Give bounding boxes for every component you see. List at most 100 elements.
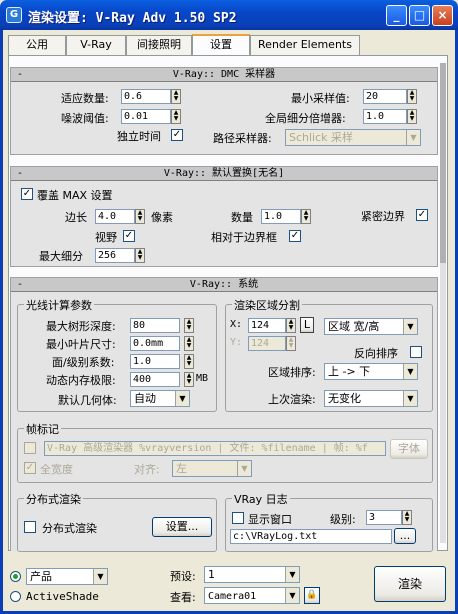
noise-label: 噪波阈值: [61, 112, 109, 125]
level-spinner[interactable]: ▲ ▼ [402, 510, 412, 525]
last-render-dropdown[interactable]: 无变化 ▼ [324, 390, 418, 407]
global-mult-spinner[interactable]: ▲ ▼ [407, 109, 417, 124]
global-mult-input[interactable]: 1.0 [363, 109, 407, 124]
region-x-input[interactable]: 124 [248, 318, 286, 333]
max-subdiv-spinner[interactable]: ▲ ▼ [135, 248, 145, 263]
activeshade-radio[interactable] [10, 591, 21, 602]
log-file-input[interactable]: c:\VRayLog.txt [230, 529, 392, 544]
displacement-rollout-header[interactable]: - V-Ray:: 默认置换[无名] [11, 167, 437, 181]
tab-common[interactable]: 公用 [8, 35, 66, 55]
chevron-down-icon: ▼ [237, 461, 251, 476]
dmc-rollout-header[interactable]: - V-Ray:: DMC 采样器 [11, 68, 437, 82]
dmc-title: V-Ray:: DMC 采样器 [172, 69, 276, 80]
preset-dropdown[interactable]: 1 ▼ [204, 566, 300, 583]
chevron-down-icon: ▼ [403, 319, 417, 334]
adaptive-input[interactable]: 0.6 [121, 89, 171, 104]
edge-length-spinner[interactable]: ▲ ▼ [135, 209, 145, 224]
max-tree-depth-input[interactable]: 80 [130, 318, 180, 333]
region-y-spinner[interactable]: ▲ ▼ [286, 336, 296, 351]
maximize-button[interactable]: □ [409, 5, 430, 26]
dyn-mem-spinner[interactable]: ▲ ▼ [184, 372, 194, 387]
tab-vray[interactable]: V-Ray [66, 35, 126, 55]
noise-spinner[interactable]: ▲ ▼ [171, 109, 181, 124]
last-render-label: 上次渲染: [268, 393, 316, 406]
mb-label: MB [196, 373, 209, 384]
default-geometry-value: 自动 [134, 392, 156, 405]
max-subdiv-input[interactable]: 256 [95, 248, 135, 263]
show-window-checkbox[interactable] [232, 512, 244, 524]
minimize-button[interactable]: _ [386, 5, 407, 26]
scrollbar[interactable] [440, 63, 446, 543]
amount-input[interactable]: 1.0 [261, 209, 301, 224]
min-samples-input[interactable]: 20 [363, 89, 407, 104]
distributed-checkbox[interactable] [24, 521, 36, 533]
view-dropdown[interactable]: Camera01 ▼ [204, 587, 300, 604]
level-input[interactable]: 3 [366, 510, 402, 525]
view-value: Camera01 [208, 591, 257, 602]
y-label: Y: [230, 337, 243, 348]
lock-l-button[interactable]: L [300, 317, 314, 333]
tab-settings[interactable]: 设置 [192, 34, 250, 56]
view-dep-checkbox[interactable]: ✓ [123, 230, 135, 242]
region-order-dropdown[interactable]: 上 -> 下 ▼ [324, 363, 418, 380]
path-sampler-value: Schlick 采样 [289, 131, 354, 144]
render-button[interactable]: 渲染 [374, 566, 446, 602]
face-level-spinner[interactable]: ▲ ▼ [184, 354, 194, 369]
frame-stamp-input[interactable]: V-Ray 高级渲染器 %vrayversion | 文件: %filename… [44, 441, 386, 456]
indep-time-checkbox[interactable]: ✓ [171, 129, 183, 141]
title-bar[interactable]: G 渲染设置: V-Ray Adv 1.50 SP2 _ □ × [0, 0, 458, 30]
edge-length-input[interactable]: 4.0 [95, 209, 135, 224]
font-button[interactable]: 字体 [390, 439, 428, 459]
system-title: V-Ray:: 系统 [189, 279, 259, 290]
amount-spinner[interactable]: ▲ ▼ [301, 209, 311, 224]
chevron-down-icon: ▼ [285, 567, 299, 582]
max-tree-depth-spinner[interactable]: ▲ ▼ [184, 318, 194, 333]
last-render-value: 无变化 [328, 392, 361, 405]
chevron-down-icon: ▼ [175, 391, 189, 406]
max-tree-depth-label: 最大树形深度: [46, 320, 116, 333]
pixels-label: 像素 [151, 211, 173, 224]
global-mult-label: 全局细分倍增器: [265, 112, 346, 125]
view-dep-label: 视野 [95, 231, 117, 244]
region-mode-dropdown[interactable]: 区域 宽/高 ▼ [324, 318, 418, 335]
lock-view-button[interactable]: 🔒 [304, 587, 320, 604]
raycaster-group-title: 光线计算参数 [24, 297, 94, 313]
noise-input[interactable]: 0.01 [121, 109, 171, 124]
override-max-checkbox[interactable]: ✓ [21, 188, 33, 200]
tight-bounds-label: 紧密边界 [361, 210, 405, 223]
system-rollout-header[interactable]: - V-Ray:: 系统 [11, 278, 437, 292]
align-dropdown[interactable]: 左 ▼ [172, 460, 252, 477]
full-width-checkbox[interactable]: ✓ [24, 462, 36, 474]
reverse-order-checkbox[interactable] [410, 346, 422, 358]
product-dropdown[interactable]: 产品 ▼ [26, 568, 108, 585]
region-x-spinner[interactable]: ▲ ▼ [286, 318, 296, 333]
tab-indirect[interactable]: 间接照明 [126, 35, 192, 55]
region-y-input[interactable]: 124 [248, 336, 286, 351]
close-button[interactable]: × [432, 5, 453, 26]
adaptive-spinner[interactable]: ▲ ▼ [171, 89, 181, 104]
frame-stamp-checkbox[interactable] [24, 442, 36, 454]
min-samples-spinner[interactable]: ▲ ▼ [407, 89, 417, 104]
relative-bbox-checkbox[interactable]: ✓ [289, 230, 301, 242]
dyn-mem-input[interactable]: 400 [130, 372, 180, 387]
level-label: 级别: [330, 513, 356, 526]
tab-render-elements[interactable]: Render Elements [250, 35, 360, 55]
browse-button[interactable]: ... [394, 528, 416, 544]
align-value: 左 [176, 462, 187, 475]
default-geometry-dropdown[interactable]: 自动 ▼ [130, 390, 190, 407]
displacement-title: V-Ray:: 默认置换[无名] [163, 168, 285, 179]
chevron-down-icon: ▼ [406, 130, 420, 145]
raycaster-group: 光线计算参数 最大树形深度: 80 ▲ ▼ 最小叶片尺寸: 0.0mm ▲ ▼ 面/… [17, 297, 217, 412]
reverse-order-label: 反向排序 [354, 347, 398, 360]
product-radio[interactable] [10, 571, 21, 582]
face-level-input[interactable]: 1.0 [130, 354, 180, 369]
distributed-settings-button[interactable]: 设置... [152, 517, 212, 537]
scroll-thumb[interactable] [440, 63, 446, 263]
x-label: X: [230, 319, 243, 330]
path-sampler-dropdown[interactable]: Schlick 采样 ▼ [285, 129, 421, 146]
min-leaf-input[interactable]: 0.0mm [130, 336, 180, 351]
preset-value: 1 [208, 568, 215, 581]
min-leaf-spinner[interactable]: ▲ ▼ [184, 336, 194, 351]
view-label: 查看: [170, 591, 196, 604]
tight-bounds-checkbox[interactable]: ✓ [416, 209, 428, 221]
